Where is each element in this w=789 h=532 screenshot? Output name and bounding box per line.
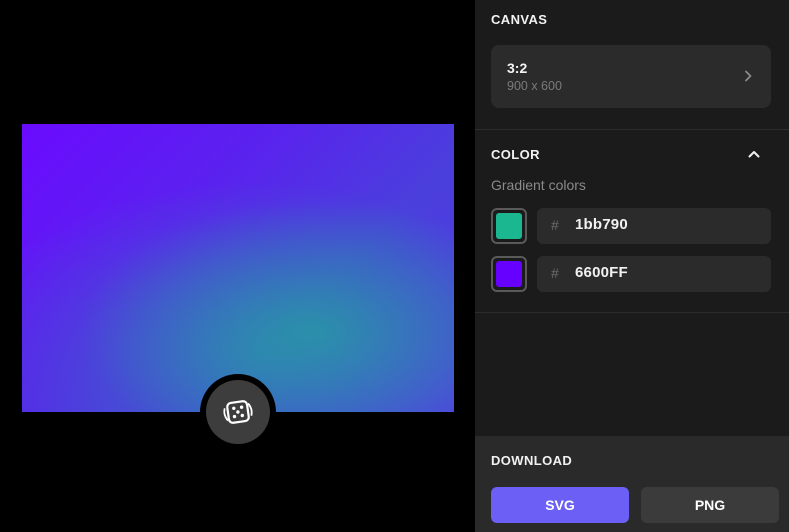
canvas-section: CANVAS 3:2 900 x 600 <box>475 0 789 130</box>
canvas-size-selector[interactable]: 3:2 900 x 600 <box>491 45 771 108</box>
gradient-canvas-preview <box>22 124 454 412</box>
canvas-ratio: 3:2 <box>507 60 528 76</box>
hash-label: # <box>551 217 559 233</box>
color-swatch-2-fill <box>496 261 522 287</box>
download-png-button[interactable]: PNG <box>641 487 779 523</box>
preview-stage <box>0 0 475 532</box>
download-svg-button[interactable]: SVG <box>491 487 629 523</box>
randomize-button[interactable] <box>200 374 276 450</box>
canvas-section-title: CANVAS <box>491 12 548 27</box>
randomize-button-face[interactable] <box>206 380 270 444</box>
gradient-colors-label: Gradient colors <box>491 177 586 193</box>
download-section: DOWNLOAD SVG PNG <box>475 436 789 532</box>
color-swatch-2[interactable] <box>491 256 527 292</box>
settings-panel: CANVAS 3:2 900 x 600 COLOR Gradient colo… <box>475 0 789 532</box>
color-swatch-1-fill <box>496 213 522 239</box>
chevron-right-icon <box>745 70 752 82</box>
hex-input-1[interactable]: # 1bb790 <box>537 208 771 244</box>
download-section-title: DOWNLOAD <box>491 453 573 468</box>
canvas-dimensions: 900 x 600 <box>507 79 562 93</box>
hex-value-2[interactable]: 6600FF <box>575 264 628 281</box>
color-section-title: COLOR <box>491 147 540 162</box>
hex-value-1[interactable]: 1bb790 <box>575 216 628 233</box>
dice-icon <box>223 400 253 424</box>
hex-input-2[interactable]: # 6600FF <box>537 256 771 292</box>
chevron-up-icon[interactable] <box>747 149 761 159</box>
color-swatch-1[interactable] <box>491 208 527 244</box>
hash-label: # <box>551 265 559 281</box>
